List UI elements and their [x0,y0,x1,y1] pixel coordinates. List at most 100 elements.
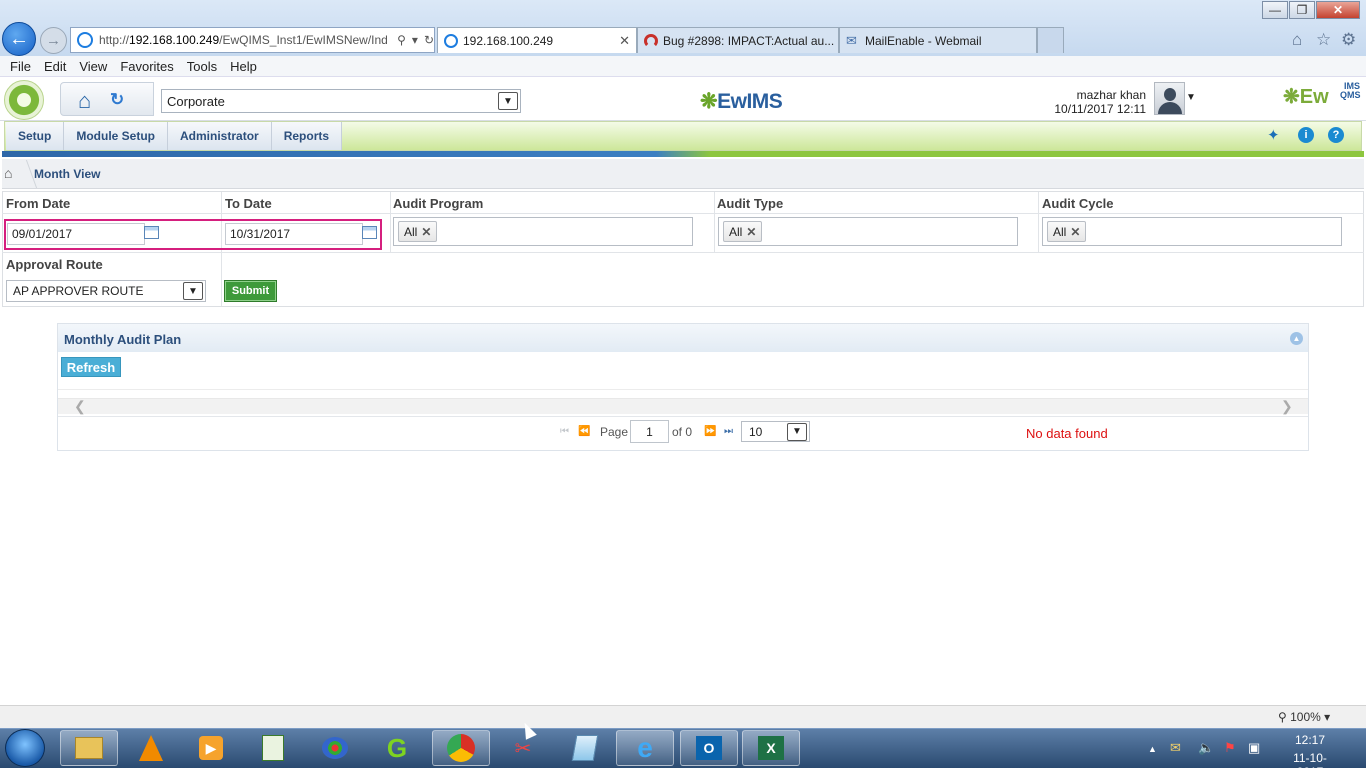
chevron-down-icon[interactable]: ▼ [1186,92,1196,103]
first-page-icon[interactable]: ⏮ [560,426,569,437]
login-datetime: 10/11/2017 12:11 [1054,102,1146,116]
new-tab-button[interactable] [1037,27,1064,53]
tray-expand-icon[interactable]: ▲ [1148,744,1157,754]
refresh-button[interactable]: Refresh [61,357,121,377]
divider [58,389,1308,390]
panel-title: Monthly Audit Plan [64,332,182,347]
clock-time[interactable]: 12:17 [1280,733,1340,747]
tab-ewims[interactable]: 192.168.100.249 ✕ [437,27,637,53]
internet-explorer-icon[interactable]: e [616,730,674,766]
reload-icon[interactable]: ↻ [424,33,434,47]
chevron-down-icon[interactable]: ▼ [787,422,807,441]
menu-help[interactable]: Help [230,59,257,74]
media-player-icon[interactable]: ▶ [182,730,240,766]
ewqims-brand-logo: ❋Ew [1283,86,1329,108]
chrome-icon[interactable] [432,730,490,766]
search-icon[interactable]: ⚲ [397,33,406,47]
nav-administrator[interactable]: Administrator [168,122,272,150]
selected-tag: All ✕ [723,221,763,242]
ewims-brand-logo: ❋EwIMS [700,90,783,113]
menu-file[interactable]: File [10,59,31,74]
page-number-input[interactable]: 1 [630,420,669,443]
audit-cycle-label: Audit Cycle [1042,196,1114,211]
main-nav-menu: Setup Module Setup Administrator Reports [6,122,343,150]
pin-icon[interactable]: ✦ [1267,126,1280,144]
home-icon[interactable]: ⌂ [78,88,91,114]
breadcrumb-home-icon[interactable]: ⌂ [4,165,12,181]
audit-type-select[interactable]: All ✕ [718,217,1018,246]
audit-program-label: Audit Program [393,196,484,211]
scroll-right-icon[interactable]: ❯ [1281,398,1293,415]
organization-select[interactable]: Corporate ▼ [161,89,521,113]
remove-tag-icon[interactable]: ✕ [746,225,756,239]
start-button[interactable] [5,729,45,767]
chevron-down-icon[interactable]: ▾ [412,33,418,47]
network-icon[interactable]: ▣ [1248,740,1260,756]
tray-mail-icon[interactable]: ✉ [1170,740,1181,756]
menu-favorites[interactable]: Favorites [120,59,173,74]
horizontal-scrollbar[interactable] [58,398,1308,414]
refresh-icon[interactable]: ↻ [110,90,124,110]
last-page-icon[interactable]: ⏭ [724,426,733,437]
audit-type-label: Audit Type [717,196,784,211]
divider [2,252,1364,253]
remove-tag-icon[interactable]: ✕ [421,225,431,239]
approval-route-select[interactable]: AP APPROVER ROUTE ▼ [6,280,206,302]
settings-gear-icon[interactable]: ⚙ [1341,30,1356,50]
ewqims-logo[interactable] [4,80,44,120]
flag-icon[interactable]: ⚑ [1224,740,1236,756]
close-window-button[interactable]: ✕ [1316,1,1360,19]
volume-icon[interactable]: 🔈 [1198,740,1214,756]
favorites-star-icon[interactable]: ☆ [1316,30,1331,50]
editor-icon[interactable] [244,730,302,766]
avatar[interactable] [1154,82,1185,115]
vlc-icon[interactable] [122,730,180,766]
nav-reports[interactable]: Reports [272,122,341,150]
menu-view[interactable]: View [79,59,107,74]
notepad-icon[interactable] [556,730,614,766]
prev-page-icon[interactable]: ⏪ [578,426,590,437]
next-page-icon[interactable]: ⏩ [704,426,716,437]
address-bar[interactable]: http://192.168.100.249/EwQIMS_Inst1/EwIM… [70,27,435,53]
chevron-down-icon[interactable]: ▼ [183,282,203,300]
date-range-highlight [4,219,382,250]
explorer-icon[interactable] [60,730,118,766]
to-date-label: To Date [225,196,272,211]
nav-setup[interactable]: Setup [6,122,65,150]
page-size-select[interactable]: 10 ▼ [741,421,810,442]
home-icon[interactable]: ⌂ [1292,30,1302,50]
help-icon[interactable]: ? [1328,127,1344,143]
greenshot-icon[interactable]: G [368,730,426,766]
submit-button[interactable]: Submit [224,280,277,302]
clock-date[interactable]: 11-10-2017 [1280,751,1340,779]
audit-program-select[interactable]: All ✕ [393,217,693,246]
tab-bug[interactable]: Bug #2898: IMPACT:Actual au... [637,27,839,53]
outlook-icon[interactable]: O [680,730,738,766]
divider [714,192,715,252]
audit-cycle-select[interactable]: All ✕ [1042,217,1342,246]
info-icon[interactable]: i [1298,127,1314,143]
paint-icon[interactable] [306,730,364,766]
breadcrumb [2,159,1364,189]
panel-header [58,324,1308,352]
menu-tools[interactable]: Tools [187,59,217,74]
maximize-button[interactable]: ❐ [1289,1,1315,19]
zoom-level[interactable]: ⚲ 100% ▾ [1278,710,1330,724]
collapse-icon[interactable]: ▲ [1290,332,1303,345]
minimize-button[interactable]: — [1262,1,1288,19]
nav-module-setup[interactable]: Module Setup [64,122,169,150]
tab-label: MailEnable - Webmail [865,33,982,48]
tab-webmail[interactable]: ✉ MailEnable - Webmail [839,27,1037,53]
ie-page-icon [444,33,458,48]
remove-tag-icon[interactable]: ✕ [1070,225,1080,239]
forward-arrow-icon[interactable]: → [40,27,67,54]
chevron-down-icon[interactable]: ▼ [498,92,518,110]
organization-select-value: Corporate [167,93,225,109]
back-arrow-icon[interactable]: ← [2,22,36,56]
scroll-left-icon[interactable]: ❮ [74,398,86,415]
menu-edit[interactable]: Edit [44,59,66,74]
tab-label: 192.168.100.249 [463,33,554,48]
excel-icon[interactable]: X [742,730,800,766]
divider [1038,192,1039,252]
close-tab-icon[interactable]: ✕ [619,33,630,49]
